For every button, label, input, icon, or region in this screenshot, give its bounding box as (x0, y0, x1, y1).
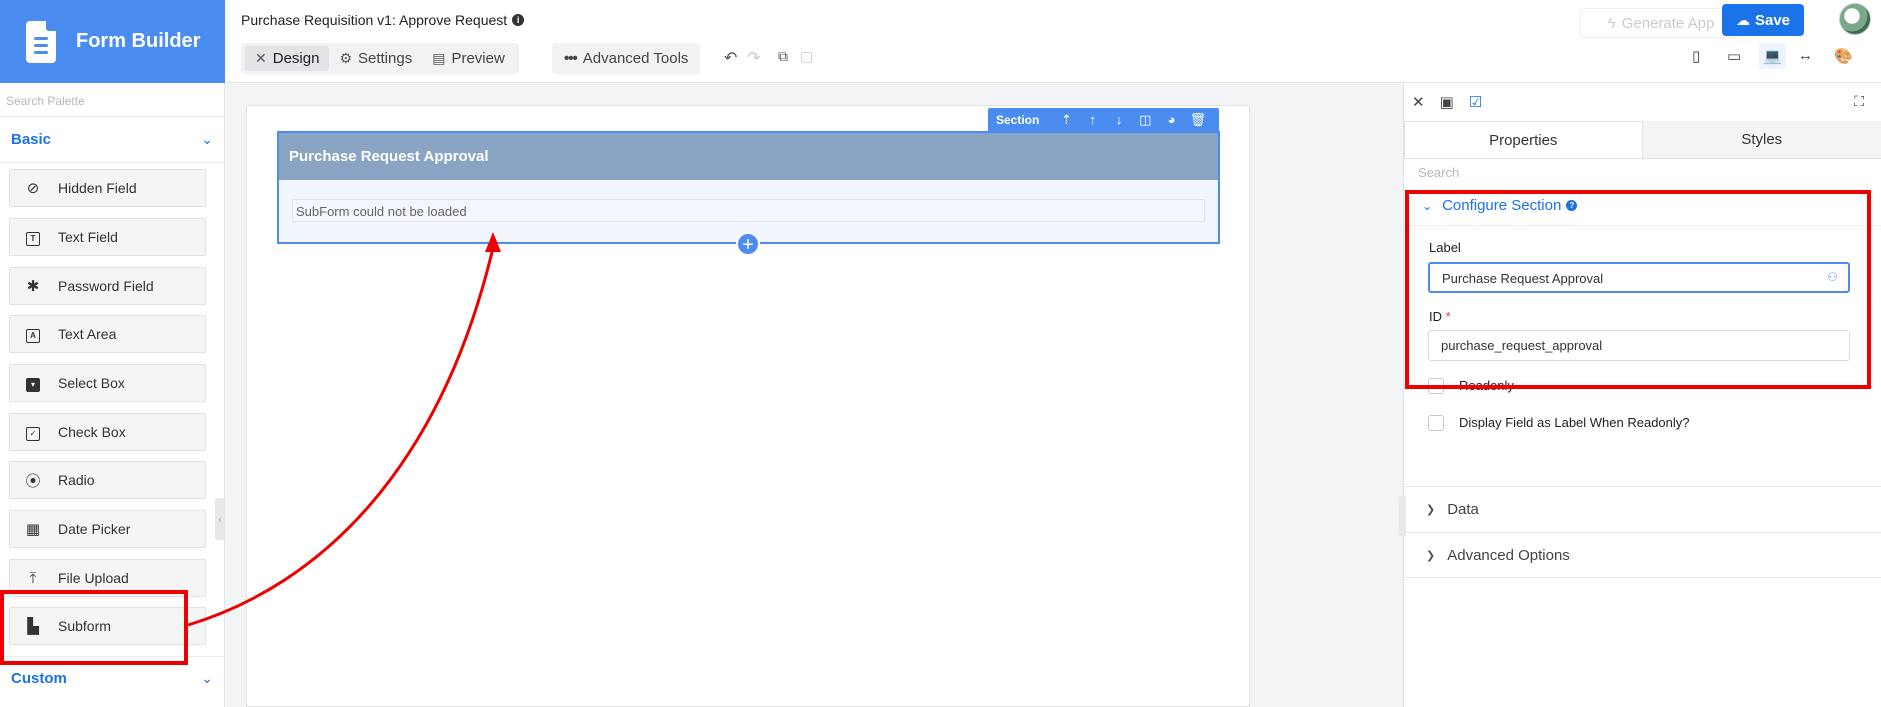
laptop-view-icon[interactable]: 💻 (1759, 43, 1786, 69)
chevron-down-icon: ⌄ (201, 670, 213, 686)
top-header: Purchase Requisition v1: Approve Request… (225, 0, 1881, 83)
tab-design[interactable]: ✕ Design (245, 46, 330, 71)
mobile-view-icon[interactable]: ▯ (1692, 47, 1700, 65)
help-icon[interactable]: ? (1566, 200, 1578, 211)
label-field-label: Label (1429, 240, 1461, 255)
checkbox-icon: ✓ (22, 423, 44, 441)
info-icon[interactable]: i (512, 14, 525, 26)
chevron-right-icon: ❯ (1426, 549, 1436, 562)
redo-icon[interactable]: ↷ (747, 48, 760, 68)
radio-icon: ⦿ (25, 472, 41, 490)
checklist-icon[interactable]: ☑ (1469, 93, 1482, 111)
calendar-icon: ▦ (25, 521, 41, 538)
palette-item-check-box[interactable]: ✓ Check Box (9, 413, 206, 451)
palette-item-radio[interactable]: ⦿ Radio (9, 461, 206, 499)
brand-title: Form Builder (76, 30, 201, 52)
text-area-icon: A (22, 325, 44, 343)
advanced-tools-button[interactable]: ••• Advanced Tools (552, 43, 701, 74)
properties-search-input[interactable]: Search (1404, 159, 1881, 183)
brand-header: Form Builder (0, 0, 225, 83)
tab-properties[interactable]: Properties (1404, 121, 1643, 158)
required-marker: * (1445, 309, 1451, 324)
chevron-right-icon: ❯ (1426, 504, 1436, 516)
mode-tabs: ✕ Design ⚙ Settings ▤ Preview (241, 43, 519, 74)
configure-section-header[interactable]: ⌄ Configure Section ? (1404, 186, 1881, 226)
properties-panel: ✕ ▣ ☑ ⛶ Properties Styles Search ⌄ Confi… (1403, 83, 1881, 707)
subform-icon: ▙ (27, 618, 39, 635)
trash-icon[interactable]: 🗑 (1185, 112, 1211, 128)
palette-item-hidden-field[interactable]: ⊘ Hidden Field (9, 169, 206, 207)
copy-icon[interactable]: ⧉ (778, 48, 788, 65)
gear-icon: ⚙ (339, 50, 352, 66)
group-custom-header[interactable]: Custom ⌄ (0, 656, 224, 700)
id-field-label: ID * (1429, 309, 1451, 324)
configure-section-group: ⌄ Configure Section ? Label Purchase Req… (1404, 186, 1881, 441)
form-icon[interactable]: ▣ (1440, 93, 1454, 111)
palette-item-subform[interactable]: ▙ Subform (9, 607, 206, 645)
columns-icon[interactable]: ◫ (1132, 112, 1158, 128)
asterisk-icon: ✱ (26, 278, 40, 295)
cloud-upload-icon: ☁ (1735, 11, 1750, 28)
chevron-down-icon: ⌄ (201, 131, 213, 147)
palette-item-date-picker[interactable]: ▦ Date Picker (9, 510, 206, 548)
bolt-icon: ϟ (1607, 14, 1616, 32)
eye-slash-icon: ⊘ (26, 180, 40, 197)
add-element-button[interactable]: + (736, 232, 760, 256)
readonly-option[interactable]: Readonly (1404, 367, 1881, 404)
paste-icon[interactable]: ▢ (800, 48, 813, 65)
save-button[interactable]: ☁ Save (1722, 4, 1804, 36)
tab-styles[interactable]: Styles (1642, 121, 1881, 158)
avatar[interactable] (1839, 3, 1871, 35)
readonly-checkbox[interactable] (1428, 377, 1444, 394)
chevron-down-icon: ⌄ (1422, 198, 1433, 213)
panel-resize-handle[interactable] (1399, 496, 1406, 536)
more-dots-icon: ••• (564, 50, 578, 67)
generate-app-button[interactable]: ϟ Generate App (1580, 8, 1742, 38)
close-icon[interactable]: ✕ (1412, 93, 1425, 111)
arrow-up-icon[interactable]: ↑ (1080, 112, 1106, 127)
undo-icon[interactable]: ↶ (724, 48, 737, 68)
advanced-options-accordion[interactable]: ❯ Advanced Options (1404, 532, 1881, 578)
arrow-down-icon[interactable]: ↓ (1106, 112, 1132, 127)
id-input[interactable]: purchase_request_approval (1428, 330, 1850, 361)
component-palette: Search Palette Basic ⌄ ⊘ Hidden Field T … (0, 83, 225, 707)
display-as-label-checkbox[interactable] (1428, 414, 1444, 431)
palette-item-text-field[interactable]: T Text Field (9, 218, 206, 256)
upload-icon: ⤒ (29, 569, 37, 587)
panel-tabs: Properties Styles (1404, 121, 1881, 159)
section-toolbar: Section ⇡ ↑ ↓ ◫ ◕ 🗑 (988, 108, 1219, 131)
design-icon: ✕ (255, 50, 267, 66)
panel-toolbar: ✕ ▣ ☑ ⛶ (1404, 83, 1881, 121)
form-section[interactable]: Purchase Request Approval SubForm could … (277, 131, 1220, 244)
palette-item-password-field[interactable]: ✱ Password Field (9, 267, 206, 305)
label-input[interactable]: Purchase Request Approval ⚇ (1428, 262, 1850, 293)
palette-item-select-box[interactable]: ▾ Select Box (9, 364, 206, 402)
subform-error-message: SubForm could not be loaded (292, 199, 1205, 222)
select-box-icon: ▾ (22, 374, 44, 392)
palette-item-text-area[interactable]: A Text Area (9, 315, 206, 353)
form-title: Purchase Requisition v1: Approve Request… (241, 12, 525, 28)
data-accordion[interactable]: ❯ Data (1404, 486, 1881, 532)
tab-preview[interactable]: ▤ Preview (422, 46, 515, 71)
text-field-icon: T (22, 228, 44, 246)
tablet-view-icon[interactable]: ▭ (1727, 47, 1741, 65)
palette-icon[interactable]: ◕ (1158, 112, 1184, 127)
preview-icon: ▤ (432, 50, 446, 66)
palette-collapse-handle[interactable]: ‹ (215, 498, 225, 540)
full-width-icon[interactable]: ↔ (1798, 47, 1813, 64)
display-as-label-option[interactable]: Display Field as Label When Readonly? (1404, 404, 1881, 441)
expand-icon[interactable]: ⛶ (1854, 93, 1864, 110)
tab-settings[interactable]: ⚙ Settings (329, 46, 422, 71)
palette-item-file-upload[interactable]: ⤒ File Upload (9, 559, 206, 597)
group-basic-header[interactable]: Basic ⌄ (0, 117, 224, 163)
document-icon (26, 20, 56, 63)
palette-search-input[interactable]: Search Palette (0, 83, 224, 117)
translate-icon[interactable]: ⚇ (1827, 270, 1838, 284)
section-title: Purchase Request Approval (279, 133, 1218, 180)
move-out-icon[interactable]: ⇡ (1053, 112, 1079, 128)
palette-icon[interactable]: 🎨 (1834, 47, 1853, 65)
